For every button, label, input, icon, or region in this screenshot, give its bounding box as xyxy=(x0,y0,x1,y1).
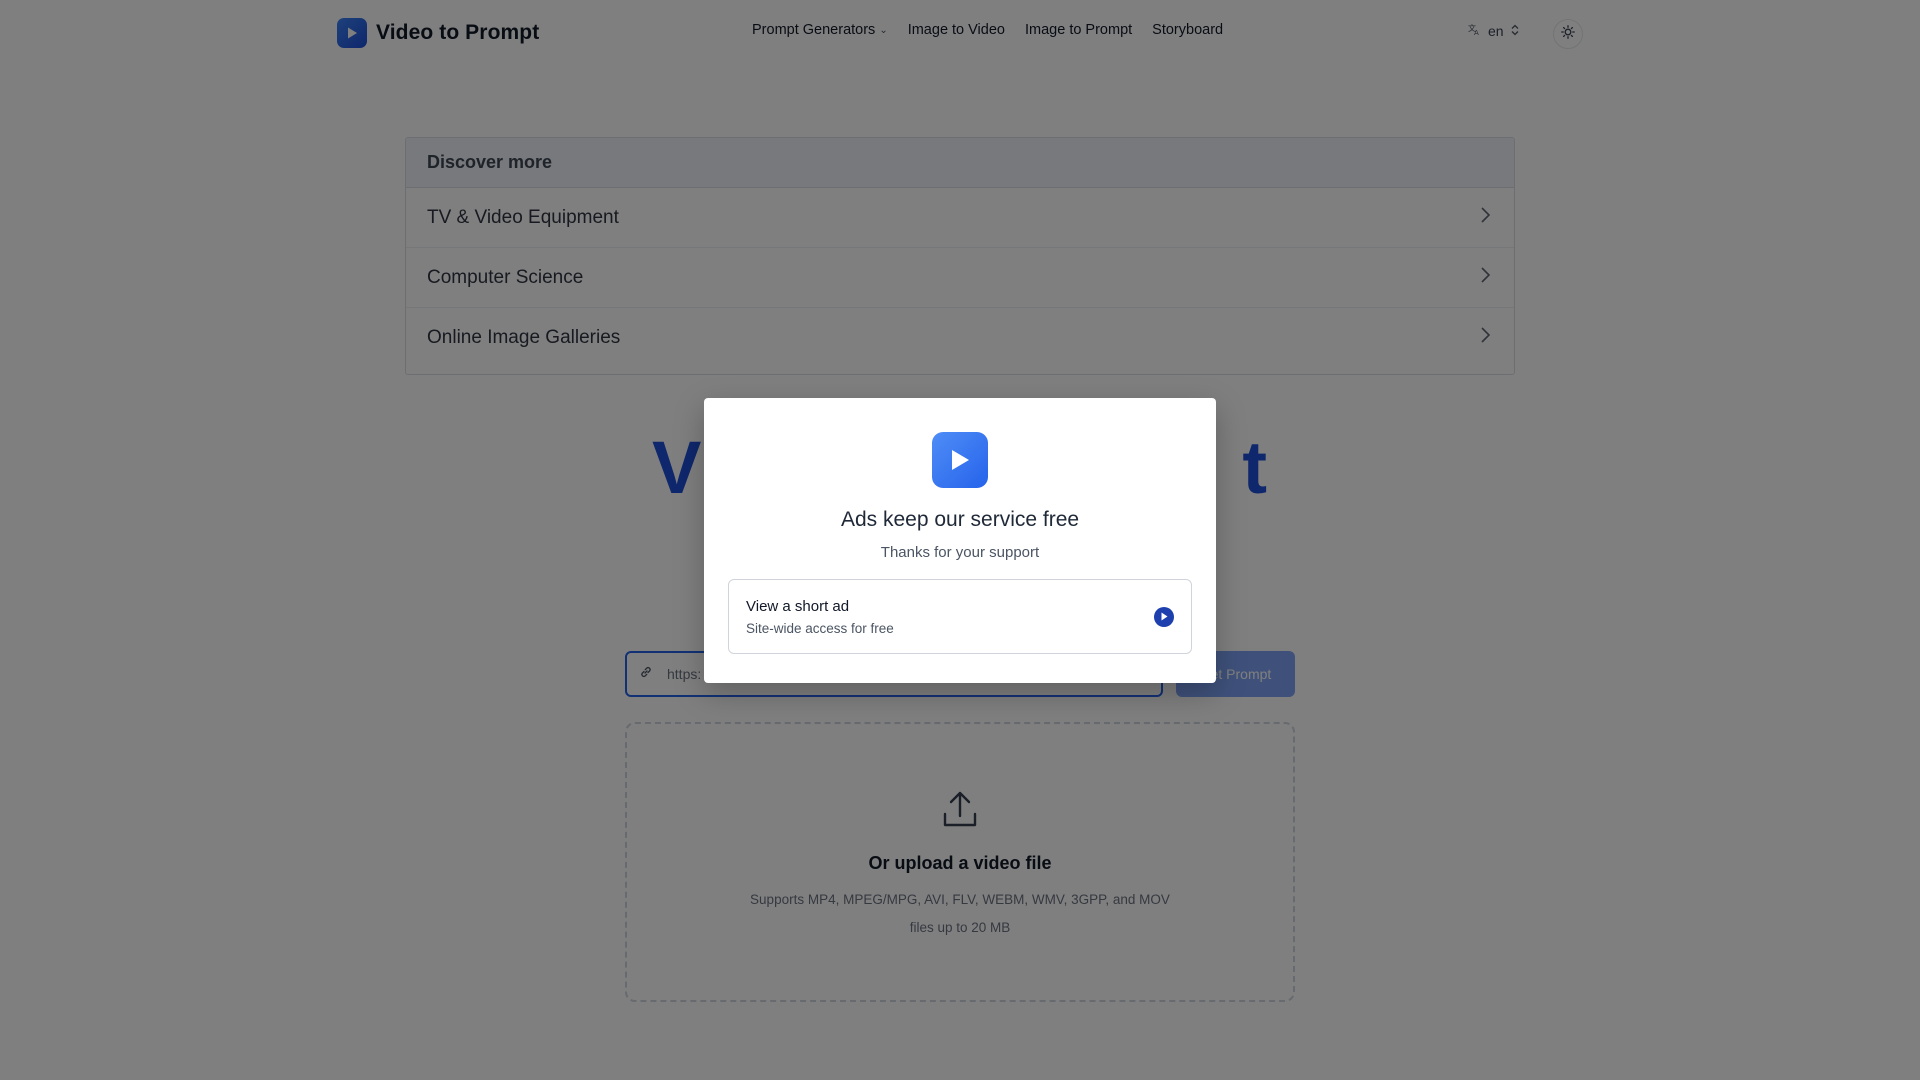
ad-option-title: View a short ad xyxy=(746,597,850,615)
modal-title: Ads keep our service free xyxy=(840,508,1080,531)
ad-option-text: View a short ad Site-wide access for fre… xyxy=(746,598,894,636)
ad-option-description: Site-wide access for free xyxy=(746,620,894,636)
ad-support-modal: Ads keep our service free Thanks for you… xyxy=(704,398,1216,683)
play-logo-icon xyxy=(932,432,988,488)
modal-subtitle: Thanks for your support xyxy=(880,544,1040,561)
view-short-ad-button[interactable]: View a short ad Site-wide access for fre… xyxy=(728,579,1192,654)
play-circle-icon xyxy=(1154,606,1174,627)
